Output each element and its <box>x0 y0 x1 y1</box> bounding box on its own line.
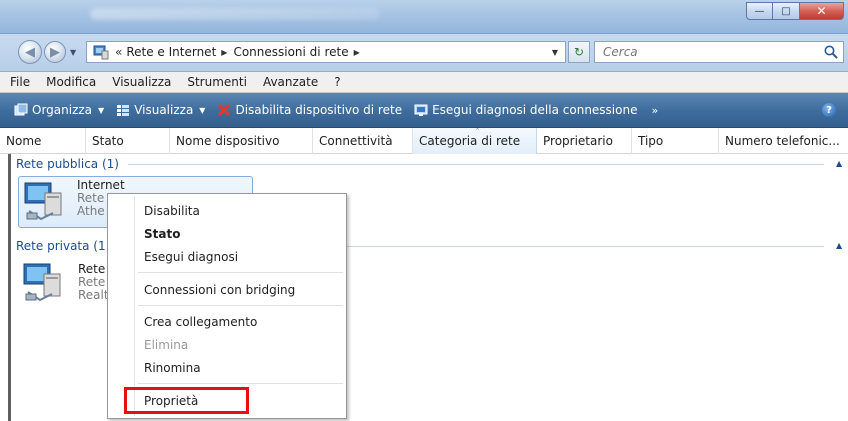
view-button[interactable]: Visualizza ▼ <box>116 103 205 117</box>
search-icon[interactable] <box>823 44 839 60</box>
diagnose-connection-label: Esegui diagnosi della connessione <box>432 103 638 117</box>
column-header-type[interactable]: Tipo <box>632 128 719 154</box>
close-icon: ✕ <box>816 4 827 18</box>
menu-tools[interactable]: Strumenti <box>179 75 255 89</box>
group-private-divider <box>346 246 824 247</box>
chevron-right-icon[interactable]: ▶ <box>221 48 227 57</box>
window-titlebar: — □ ✕ <box>0 0 848 34</box>
menu-item-diagnose[interactable]: Esegui diagnosi <box>144 250 238 264</box>
diagnose-connection-button[interactable]: Esegui diagnosi della connessione <box>414 103 637 117</box>
menu-item-delete: Elimina <box>144 338 189 352</box>
collapse-up-icon[interactable]: ▲ <box>836 159 842 168</box>
window-left-edge <box>8 154 11 421</box>
organize-label: Organizza <box>32 103 93 117</box>
group-private-label: Rete privata (1 <box>16 239 106 253</box>
minimize-icon: — <box>754 5 765 17</box>
diagnose-icon <box>414 104 428 116</box>
arrow-right-icon: ▶ <box>50 44 60 60</box>
help-icon[interactable]: ? <box>822 103 836 117</box>
network-connection-icon <box>23 263 61 302</box>
menu-item-status[interactable]: Stato <box>144 227 180 241</box>
search-placeholder: Cerca <box>603 45 638 59</box>
chevron-down-icon: ▼ <box>199 105 206 115</box>
column-header-owner[interactable]: Proprietario <box>537 128 632 154</box>
address-bar[interactable]: « Rete e Internet ▶ Connessioni di rete … <box>86 41 566 63</box>
network-folder-icon <box>93 45 109 60</box>
address-row: ◀ ▶ ▼ « Rete e Internet ▶ Connessioni di… <box>0 34 848 72</box>
disable-device-button[interactable]: Disabilita dispositivo di rete <box>217 103 402 117</box>
refresh-button[interactable]: ↻ <box>568 41 590 63</box>
menu-item-rename[interactable]: Rinomina <box>144 361 201 375</box>
window-controls: — □ ✕ <box>746 2 844 20</box>
menu-separator <box>138 383 343 384</box>
column-header-connectivity[interactable]: Connettività <box>313 128 413 154</box>
disable-device-label: Disabilita dispositivo di rete <box>235 103 403 117</box>
organize-button[interactable]: Organizza ▼ <box>14 103 104 117</box>
breadcrumb-network-connections[interactable]: Connessioni di rete <box>233 45 348 59</box>
address-dropdown-icon[interactable]: ▼ <box>545 42 565 62</box>
chevron-down-icon: ▼ <box>98 105 105 115</box>
menu-item-properties[interactable]: Proprietà <box>144 394 198 408</box>
forward-button[interactable]: ▶ <box>44 41 66 63</box>
collapse-up-icon[interactable]: ▲ <box>836 241 842 250</box>
arrow-left-icon: ◀ <box>25 44 35 60</box>
address-overflow[interactable]: « <box>115 45 122 59</box>
column-header-device-name[interactable]: Nome dispositivo <box>170 128 313 154</box>
column-header-status[interactable]: Stato <box>86 128 170 154</box>
view-icon <box>117 105 130 116</box>
column-header-phone-number[interactable]: Numero telefonic... <box>719 128 848 154</box>
menu-item-bridge-connections[interactable]: Connessioni con bridging <box>144 283 295 297</box>
menu-advanced[interactable]: Avanzate <box>255 75 326 89</box>
network-item-text: Rete Rete Realt <box>78 263 109 302</box>
column-header-name[interactable]: Nome <box>0 128 86 154</box>
context-menu: Disabilita Stato Esegui diagnosi Conness… <box>107 193 347 419</box>
menu-separator <box>138 305 343 306</box>
disable-x-icon <box>218 103 231 117</box>
menu-file[interactable]: File <box>0 75 38 89</box>
command-bar: Organizza ▼ Visualizza ▼ Disabilita disp… <box>0 93 848 128</box>
context-menu-gutter-highlight <box>135 196 136 416</box>
breadcrumb-network-internet[interactable]: Rete e Internet <box>126 45 216 59</box>
refresh-icon: ↻ <box>573 45 585 59</box>
group-public-divider <box>128 164 824 165</box>
sort-indicator-icon: ⌃ <box>474 128 481 135</box>
chevron-right-icon[interactable]: ▶ <box>354 48 360 57</box>
column-header-network-category-label: Categoria di rete <box>419 134 521 148</box>
column-header-network-category[interactable]: ⌃ Categoria di rete <box>413 128 537 154</box>
menu-item-create-shortcut[interactable]: Crea collegamento <box>144 315 257 329</box>
back-button[interactable]: ◀ <box>18 40 42 64</box>
network-connection-icon <box>24 182 62 221</box>
maximize-icon: □ <box>781 5 791 17</box>
search-input[interactable]: Cerca <box>594 41 844 63</box>
recent-pages-dropdown[interactable]: ▼ <box>70 48 76 57</box>
more-commands-button[interactable]: » <box>651 104 658 117</box>
view-label: Visualizza <box>134 103 194 117</box>
menu-bar: File Modifica Visualizza Strumenti Avanz… <box>0 72 848 93</box>
group-header-public-network[interactable]: Rete pubblica (1) ▲ <box>16 156 846 172</box>
network-item-device: Realt <box>78 288 109 302</box>
window-title-blurred <box>90 8 380 20</box>
group-public-label: Rete pubblica (1) <box>16 157 119 171</box>
menu-item-disable[interactable]: Disabilita <box>144 204 200 218</box>
menu-help[interactable]: ? <box>326 75 348 89</box>
minimize-button[interactable]: — <box>746 2 773 20</box>
close-button[interactable]: ✕ <box>800 2 844 20</box>
column-headers: Nome Stato Nome dispositivo Connettività… <box>0 128 848 154</box>
menu-separator <box>138 272 343 273</box>
organize-icon <box>14 103 28 116</box>
maximize-button[interactable]: □ <box>773 2 800 20</box>
menu-edit[interactable]: Modifica <box>38 75 104 89</box>
menu-view[interactable]: Visualizza <box>104 75 179 89</box>
